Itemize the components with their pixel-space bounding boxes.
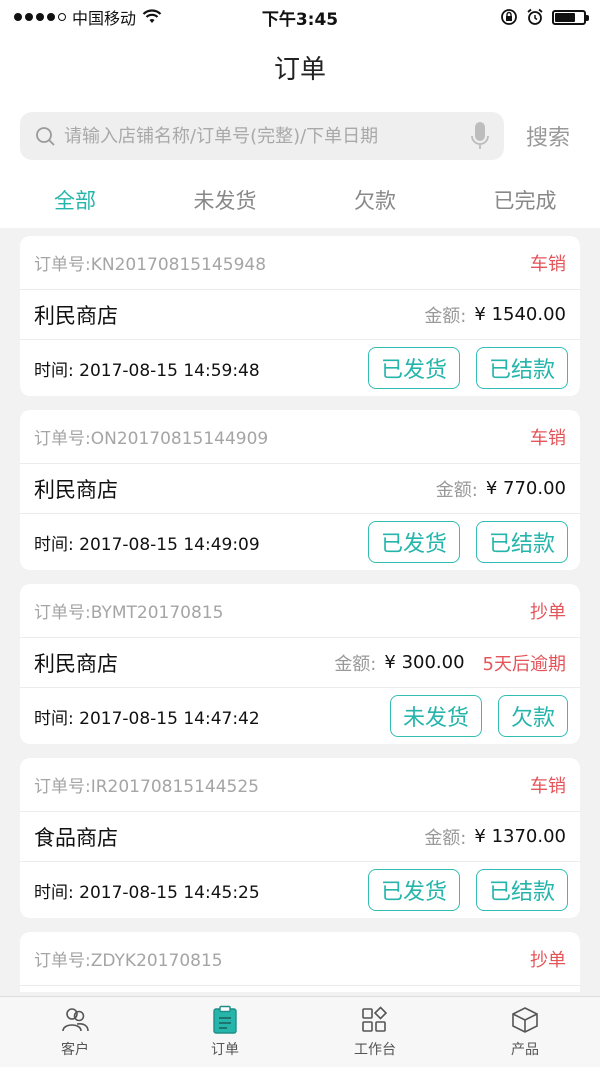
nav-products[interactable]: 产品 bbox=[450, 997, 600, 1067]
nav-label: 客户 bbox=[61, 1042, 89, 1058]
status-bar: 中国移动 下午3:45 bbox=[0, 0, 600, 34]
shop-name: 食品商店 bbox=[34, 825, 118, 850]
battery-icon bbox=[552, 9, 589, 25]
order-header-row: 订单号:IR20170815144525 车销 bbox=[20, 758, 580, 812]
order-header-row: 订单号:KN20170815145948 车销 bbox=[20, 236, 580, 290]
page-title: 订单 bbox=[273, 54, 326, 85]
order-time-row: 时间: 2017-08-15 14:47:42 未发货 欠款 bbox=[20, 688, 580, 744]
search-button[interactable]: 搜索 bbox=[526, 120, 570, 152]
order-header-row: 订单号:ZDYK20170815 抄单 bbox=[20, 932, 580, 986]
microphone-icon[interactable] bbox=[470, 121, 490, 151]
amount-label: 金额: bbox=[424, 827, 467, 849]
tab-all[interactable]: 全部 bbox=[0, 185, 150, 215]
shipping-status-button[interactable]: 未发货 bbox=[389, 695, 482, 737]
shipping-status-button[interactable]: 已发货 bbox=[367, 347, 460, 389]
customers-icon bbox=[62, 1008, 89, 1032]
order-shop-row: 利民商店 金额: ¥ 300.00 5天后逾期 bbox=[20, 638, 580, 688]
payment-status-button[interactable]: 已结款 bbox=[475, 347, 568, 389]
amount-value: ¥ 1540.00 bbox=[474, 304, 566, 325]
amount-group: 金额: ¥ 1370.00 bbox=[424, 824, 566, 850]
order-type-badge: 抄单 bbox=[530, 601, 566, 623]
wifi-icon bbox=[142, 9, 162, 23]
nav-orders[interactable]: 订单 bbox=[150, 997, 300, 1067]
order-time-row: 时间: 2017-08-15 14:49:09 已发货 已结款 bbox=[20, 514, 580, 570]
signal-strength-icon bbox=[14, 13, 66, 21]
shop-name: 利民商店 bbox=[34, 303, 118, 328]
order-header-row: 订单号:BYMT20170815 抄单 bbox=[20, 584, 580, 638]
shop-name: 利民商店 bbox=[34, 651, 118, 676]
order-shop-row: 利民商店 金额: ¥ 770.00 bbox=[20, 464, 580, 514]
order-actions: 已发货 已结款 bbox=[367, 521, 568, 563]
search-input[interactable] bbox=[64, 125, 462, 147]
tab-debt[interactable]: 欠款 bbox=[300, 185, 450, 215]
order-time: 时间: 2017-08-15 14:47:42 bbox=[34, 708, 260, 729]
amount-group: 金额: ¥ 770.00 bbox=[436, 476, 566, 502]
order-type-badge: 车销 bbox=[530, 775, 566, 797]
order-shop-row: 食品商店 金额: ¥ 1370.00 bbox=[20, 812, 580, 862]
order-number: 订单号:ZDYK20170815 bbox=[34, 951, 223, 971]
status-left: 中国移动 bbox=[14, 5, 162, 29]
alarm-icon bbox=[527, 8, 543, 25]
carrier-name: 中国移动 bbox=[72, 9, 137, 28]
order-number: 订单号:IR20170815144525 bbox=[34, 777, 259, 797]
amount-label: 金额: bbox=[334, 653, 377, 675]
orders-icon bbox=[213, 1005, 237, 1034]
amount-label: 金额: bbox=[435, 479, 478, 501]
amount-value: ¥ 300.00 bbox=[384, 652, 465, 673]
order-number: 订单号:KN20170815145948 bbox=[34, 255, 267, 275]
order-shop-row: 利民商店 金额: ¥ 1540.00 bbox=[20, 290, 580, 340]
order-type-badge: 车销 bbox=[530, 253, 566, 275]
filter-tabs: 全部 未发货 欠款 已完成 bbox=[0, 172, 600, 228]
order-type-badge: 抄单 bbox=[530, 949, 566, 971]
status-right bbox=[500, 8, 589, 26]
order-time: 时间: 2017-08-15 14:59:48 bbox=[34, 360, 260, 381]
search-row: 搜索 bbox=[0, 100, 600, 172]
amount-value: ¥ 770.00 bbox=[485, 478, 566, 499]
order-time-row: 时间: 2017-08-15 14:45:25 已发货 已结款 bbox=[20, 862, 580, 918]
payment-status-button[interactable]: 欠款 bbox=[497, 695, 568, 737]
nav-label: 产品 bbox=[511, 1042, 539, 1058]
nav-customers[interactable]: 客户 bbox=[0, 997, 150, 1067]
amount-group: 金额: ¥ 1540.00 bbox=[424, 302, 566, 328]
order-actions: 未发货 欠款 bbox=[389, 695, 568, 737]
order-type-badge: 车销 bbox=[530, 427, 566, 449]
order-time-row: 时间: 2017-08-15 14:59:48 已发货 已结款 bbox=[20, 340, 580, 396]
shipping-status-button[interactable]: 已发货 bbox=[367, 521, 460, 563]
nav-label: 工作台 bbox=[354, 1042, 396, 1058]
order-list: 订单号:KN20170815145948 车销 利民商店 金额: ¥ 1540.… bbox=[20, 236, 580, 1006]
payment-status-button[interactable]: 已结款 bbox=[475, 521, 568, 563]
order-actions: 已发货 已结款 bbox=[367, 347, 568, 389]
shipping-status-button[interactable]: 已发货 bbox=[367, 869, 460, 911]
order-time: 时间: 2017-08-15 14:49:09 bbox=[34, 534, 260, 555]
header: 订单 bbox=[0, 34, 600, 100]
overdue-warning: 5天后逾期 bbox=[482, 653, 566, 675]
product-icon bbox=[512, 1007, 538, 1033]
nav-label: 订单 bbox=[211, 1042, 239, 1058]
tab-unshipped[interactable]: 未发货 bbox=[150, 185, 300, 215]
bottom-nav: 客户 订单 工作台 产品 bbox=[0, 996, 600, 1067]
nav-workbench[interactable]: 工作台 bbox=[300, 997, 450, 1067]
order-card[interactable]: 订单号:IR20170815144525 车销 食品商店 金额: ¥ 1370.… bbox=[20, 758, 580, 918]
search-icon bbox=[36, 127, 55, 146]
amount-label: 金额: bbox=[424, 305, 467, 327]
order-number: 订单号:ON20170815144909 bbox=[34, 429, 269, 449]
order-header-row: 订单号:ON20170815144909 车销 bbox=[20, 410, 580, 464]
shop-name: 利民商店 bbox=[34, 477, 118, 502]
order-time: 时间: 2017-08-15 14:45:25 bbox=[34, 882, 260, 903]
search-box[interactable] bbox=[20, 112, 504, 160]
workbench-icon bbox=[362, 1006, 388, 1032]
rotation-lock-icon bbox=[501, 9, 517, 25]
amount-value: ¥ 1370.00 bbox=[474, 826, 566, 847]
order-card[interactable]: 订单号:BYMT20170815 抄单 利民商店 金额: ¥ 300.00 5天… bbox=[20, 584, 580, 744]
order-actions: 已发货 已结款 bbox=[367, 869, 568, 911]
amount-group: 金额: ¥ 300.00 5天后逾期 bbox=[334, 650, 566, 676]
order-card[interactable]: 订单号:KN20170815145948 车销 利民商店 金额: ¥ 1540.… bbox=[20, 236, 580, 396]
order-number: 订单号:BYMT20170815 bbox=[34, 603, 224, 623]
order-card[interactable]: 订单号:ZDYK20170815 抄单 bbox=[20, 932, 580, 992]
tab-completed[interactable]: 已完成 bbox=[450, 185, 600, 215]
payment-status-button[interactable]: 已结款 bbox=[475, 869, 568, 911]
order-card[interactable]: 订单号:ON20170815144909 车销 利民商店 金额: ¥ 770.0… bbox=[20, 410, 580, 570]
